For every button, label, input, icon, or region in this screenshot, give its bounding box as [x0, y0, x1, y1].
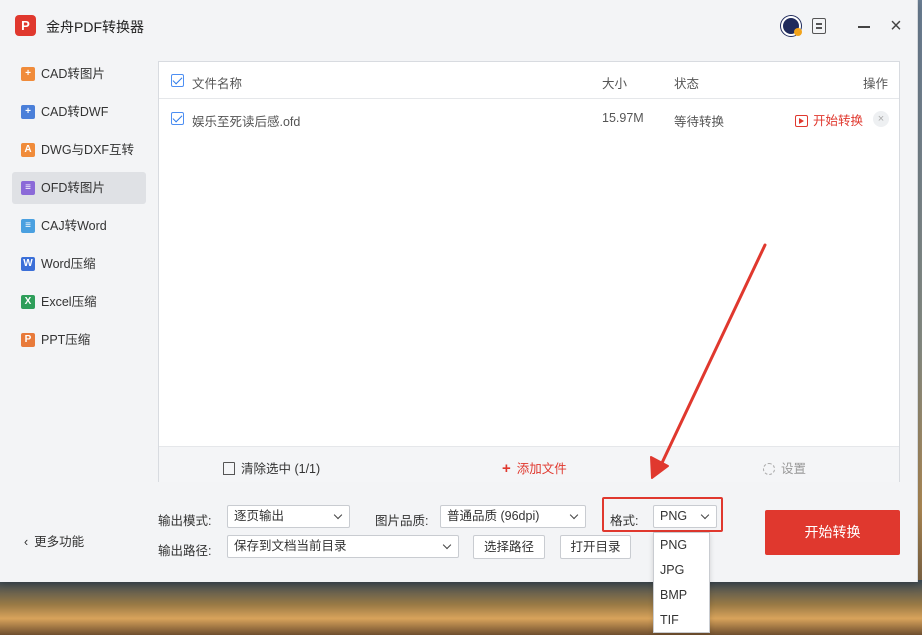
close-icon[interactable]: × [886, 16, 906, 36]
clear-selected-label: 清除选中 (1/1) [241, 462, 321, 476]
feedback-icon[interactable] [812, 18, 826, 34]
ofd-image-icon: ≡ [21, 181, 35, 195]
output-mode-label: 输出模式: [158, 514, 212, 528]
gear-icon [763, 463, 775, 475]
format-dropdown-list: PNG JPG BMP TIF [653, 532, 710, 633]
sidebar-item-label: Excel压缩 [41, 295, 97, 309]
chevron-down-icon [569, 510, 579, 520]
add-file-button[interactable]: + 添加文件 [502, 458, 567, 477]
column-size: 大小 [602, 77, 628, 91]
column-status: 状态 [674, 77, 700, 91]
cad-dwf-icon: + [21, 105, 35, 119]
output-path-label: 输出路径: [158, 544, 212, 558]
format-select[interactable]: PNG [653, 505, 717, 528]
row-start-label: 开始转换 [813, 114, 864, 128]
sidebar-item-label: Word压缩 [41, 257, 96, 271]
sidebar-item-word-compress[interactable]: W Word压缩 [12, 248, 146, 280]
file-name: 娱乐至死读后感.ofd [192, 115, 301, 129]
quality-value: 普通品质 (96dpi) [447, 509, 540, 523]
sidebar-item-excel-compress[interactable]: X Excel压缩 [12, 286, 146, 318]
format-option-png[interactable]: PNG [654, 533, 709, 558]
format-option-tif[interactable]: TIF [654, 608, 709, 633]
output-mode-select[interactable]: 逐页输出 [227, 505, 350, 528]
sidebar-item-dwg-dxf[interactable]: A DWG与DXF互转 [12, 134, 146, 166]
app-window: P 金舟PDF转换器 × + CAD转图片 + CAD转DWF A DWG与DX… [0, 0, 918, 582]
output-path-select[interactable]: 保存到文档当前目录 [227, 535, 459, 558]
table-row: 娱乐至死读后感.ofd 15.97M 等待转换 开始转换 × [159, 100, 899, 138]
row-start-button[interactable]: 开始转换 [795, 110, 863, 129]
chevron-down-icon [442, 540, 452, 550]
open-directory-button[interactable]: 打开目录 [560, 535, 631, 559]
sidebar-item-cad-image[interactable]: + CAD转图片 [12, 58, 146, 90]
file-status: 等待转换 [674, 115, 725, 129]
output-mode-value: 逐页输出 [234, 509, 285, 523]
quality-select[interactable]: 普通品质 (96dpi) [440, 505, 586, 528]
choose-path-button[interactable]: 选择路径 [473, 535, 545, 559]
start-convert-button[interactable]: 开始转换 [765, 510, 900, 555]
format-value: PNG [660, 509, 688, 523]
quality-label: 图片品质: [375, 514, 429, 528]
sidebar-item-ofd-image[interactable]: ≡ OFD转图片 [12, 172, 146, 204]
sidebar: + CAD转图片 + CAD转DWF A DWG与DXF互转 ≡ OFD转图片 … [12, 58, 146, 362]
format-option-bmp[interactable]: BMP [654, 583, 709, 608]
sidebar-item-label: CAJ转Word [41, 219, 107, 233]
more-functions-link[interactable]: ‹ 更多功能 [24, 531, 84, 550]
sidebar-item-cad-dwf[interactable]: + CAD转DWF [12, 96, 146, 128]
file-size: 15.97M [602, 111, 644, 125]
cad-image-icon: + [21, 67, 35, 81]
plus-icon: + [502, 460, 511, 477]
sidebar-item-label: OFD转图片 [41, 181, 105, 195]
select-all-checkbox[interactable] [171, 74, 184, 87]
column-action: 操作 [863, 77, 889, 91]
chevron-down-icon [700, 510, 710, 520]
table-header: 文件名称 大小 状态 操作 [159, 62, 899, 99]
chevron-left-icon: ‹ [24, 535, 29, 549]
remove-row-icon[interactable]: × [873, 111, 889, 127]
minimize-icon[interactable] [855, 16, 875, 36]
excel-compress-icon: X [21, 295, 35, 309]
sidebar-item-caj-word[interactable]: ≡ CAJ转Word [12, 210, 146, 242]
dwg-dxf-icon: A [21, 143, 35, 157]
file-list-panel: 文件名称 大小 状态 操作 娱乐至死读后感.ofd 15.97M 等待转换 开始… [158, 61, 900, 482]
settings-button[interactable]: 设置 [763, 458, 806, 477]
app-title: 金舟PDF转换器 [46, 19, 144, 35]
sidebar-item-label: CAD转DWF [41, 105, 109, 119]
row-checkbox[interactable] [171, 112, 184, 125]
word-compress-icon: W [21, 257, 35, 271]
format-label: 格式: [610, 514, 639, 528]
app-logo-icon: P [15, 15, 36, 36]
column-name: 文件名称 [192, 77, 243, 91]
settings-label: 设置 [781, 462, 807, 476]
sidebar-item-label: CAD转图片 [41, 67, 105, 81]
format-option-jpg[interactable]: JPG [654, 558, 709, 583]
output-path-value: 保存到文档当前目录 [234, 539, 347, 553]
more-functions-label: 更多功能 [34, 535, 85, 549]
caj-word-icon: ≡ [21, 219, 35, 233]
sidebar-item-label: PPT压缩 [41, 333, 91, 347]
user-avatar-icon[interactable] [781, 16, 802, 36]
ppt-compress-icon: P [21, 333, 35, 347]
play-icon [795, 115, 808, 127]
brush-icon [223, 462, 235, 475]
chevron-down-icon [333, 510, 343, 520]
sidebar-item-ppt-compress[interactable]: P PPT压缩 [12, 324, 146, 356]
desktop-background [0, 580, 922, 635]
panel-footer: 清除选中 (1/1) + 添加文件 设置 [159, 446, 899, 482]
add-file-label: 添加文件 [516, 462, 567, 476]
clear-selected-button[interactable]: 清除选中 (1/1) [223, 458, 320, 477]
title-bar: P 金舟PDF转换器 × [0, 0, 918, 52]
sidebar-item-label: DWG与DXF互转 [41, 143, 135, 157]
